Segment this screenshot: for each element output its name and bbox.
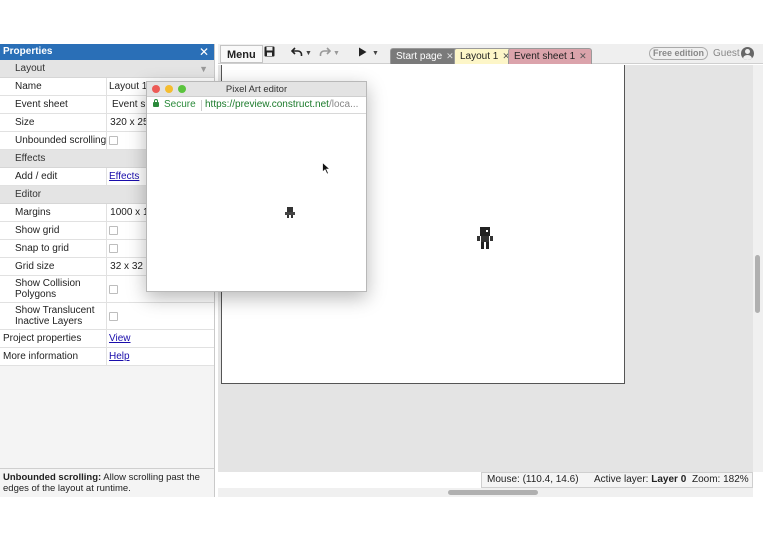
section-layout-label: Layout [15, 63, 46, 74]
prop-row-more-information[interactable]: More information Help [0, 348, 214, 366]
close-window-icon[interactable] [152, 85, 160, 93]
prop-value-text: Layout 1 [109, 81, 148, 92]
main-toolbar: Menu ▼ ▼ ▼ Start page ✕ Layout 1 ✕ Event s… [218, 44, 763, 64]
unbounded-scrolling-checkbox[interactable] [109, 136, 118, 145]
prop-label: Grid size [0, 258, 107, 275]
properties-panel-title: Properties [3, 46, 53, 57]
tab-close-icon[interactable]: ✕ [446, 51, 454, 61]
prop-label: Snap to grid [0, 240, 107, 257]
prop-value: Help [107, 348, 214, 365]
prop-label: Add / edit [0, 168, 107, 185]
mouse-label: Mouse: [487, 474, 520, 485]
layer-label: Active layer: [594, 474, 649, 485]
url-text[interactable]: https://preview.construct.net/loca... [205, 97, 358, 113]
section-editor-label: Editor [15, 189, 42, 200]
mouse-cursor-icon [322, 162, 331, 175]
undo-dropdown-icon[interactable]: ▼ [305, 46, 312, 62]
prop-row-show-translucent-layers[interactable]: Show Translucent Inactive Layers [0, 303, 214, 330]
prop-value: View [107, 330, 214, 347]
user-account-icon[interactable] [741, 47, 754, 60]
minimize-window-icon[interactable] [165, 85, 173, 93]
lock-icon [153, 99, 159, 107]
redo-dropdown-icon[interactable]: ▼ [333, 46, 340, 62]
help-link[interactable]: Help [109, 348, 130, 365]
mouse-value: (110.4, 14.6) [522, 474, 579, 485]
section-layout[interactable]: Layout ▼ [0, 60, 214, 78]
play-icon[interactable] [356, 46, 368, 62]
zoom-value: 182% [723, 474, 749, 485]
url-path: /loca... [328, 99, 359, 110]
vertical-scrollbar-thumb[interactable] [755, 255, 760, 313]
url-host: https://preview.construct.net [205, 99, 329, 110]
show-grid-checkbox[interactable] [109, 226, 118, 235]
active-layer-status: Active layer: Layer 0 [594, 473, 686, 487]
free-edition-badge[interactable]: Free edition [649, 47, 709, 60]
status-bar: Mouse: (110.4, 14.6) Active layer: Layer… [481, 472, 753, 488]
view-link[interactable]: View [109, 330, 131, 347]
zoom-label: Zoom: [692, 474, 721, 485]
close-icon[interactable]: ✕ [199, 44, 209, 60]
prop-label: Unbounded scrolling [0, 132, 107, 149]
prop-label: Show Translucent Inactive Layers [0, 303, 107, 329]
tab-label: Event sheet 1 [514, 51, 576, 62]
secure-label: Secure [164, 99, 196, 110]
redo-icon[interactable] [318, 46, 332, 62]
tab-layout-1[interactable]: Layout 1 ✕ [454, 48, 515, 64]
prop-label: More information [0, 348, 107, 365]
prop-label: Name [0, 78, 107, 95]
popup-title: Pixel Art editor [225, 84, 288, 95]
tab-label: Layout 1 [460, 51, 499, 62]
prop-row-project-properties[interactable]: Project properties View [0, 330, 214, 348]
mouse-position-status: Mouse: (110.4, 14.6) [487, 473, 579, 487]
effects-link[interactable]: Effects [109, 168, 139, 185]
help-term: Unbounded scrolling: [3, 472, 102, 483]
prop-label: Size [0, 114, 107, 131]
pixel-art-editor-window[interactable]: Pixel Art editor Secure https://preview.… [146, 81, 367, 292]
vertical-scrollbar[interactable] [753, 65, 763, 472]
prop-label: Show Collision Polygons [0, 276, 107, 302]
zoom-status: Zoom: 182% [692, 473, 749, 487]
prop-label: Project properties [0, 330, 107, 347]
tab-label: Start page [396, 51, 443, 62]
layer-value: Layer 0 [651, 474, 687, 485]
tab-close-icon[interactable]: ✕ [579, 51, 587, 61]
menu-button[interactable]: Menu [220, 45, 263, 63]
collapse-triangle-icon[interactable]: ▼ [199, 60, 208, 78]
maximize-window-icon[interactable] [178, 85, 186, 93]
guest-label[interactable]: Guest [713, 47, 740, 61]
pixel-art-sprite-preview[interactable] [285, 207, 295, 218]
address-separator [201, 100, 202, 111]
save-icon[interactable] [263, 46, 275, 62]
snap-to-grid-checkbox[interactable] [109, 244, 118, 253]
horizontal-scrollbar-thumb[interactable] [448, 490, 538, 495]
tab-start-page[interactable]: Start page ✕ [390, 48, 459, 64]
prop-value [107, 303, 214, 329]
tab-event-sheet-1[interactable]: Event sheet 1 ✕ [508, 48, 592, 64]
show-collision-polygons-checkbox[interactable] [109, 284, 118, 294]
prop-label: Show grid [0, 222, 107, 239]
show-translucent-layers-checkbox[interactable] [109, 311, 118, 321]
play-dropdown-icon[interactable]: ▼ [372, 46, 379, 62]
address-bar[interactable]: Secure https://preview.construct.net/loc… [147, 97, 366, 114]
pixel-character-sprite[interactable] [477, 227, 493, 249]
prop-value-text: 32 x 32 [110, 261, 143, 272]
property-help-text: Unbounded scrolling: Allow scrolling pas… [0, 468, 214, 497]
prop-label: Margins [0, 204, 107, 221]
section-effects-label: Effects [15, 153, 46, 164]
horizontal-scrollbar[interactable] [218, 488, 753, 497]
undo-icon[interactable] [290, 46, 304, 62]
properties-panel-header: Properties ✕ [0, 44, 214, 60]
prop-label: Event sheet [0, 96, 107, 113]
popup-title-bar[interactable]: Pixel Art editor [147, 82, 366, 97]
